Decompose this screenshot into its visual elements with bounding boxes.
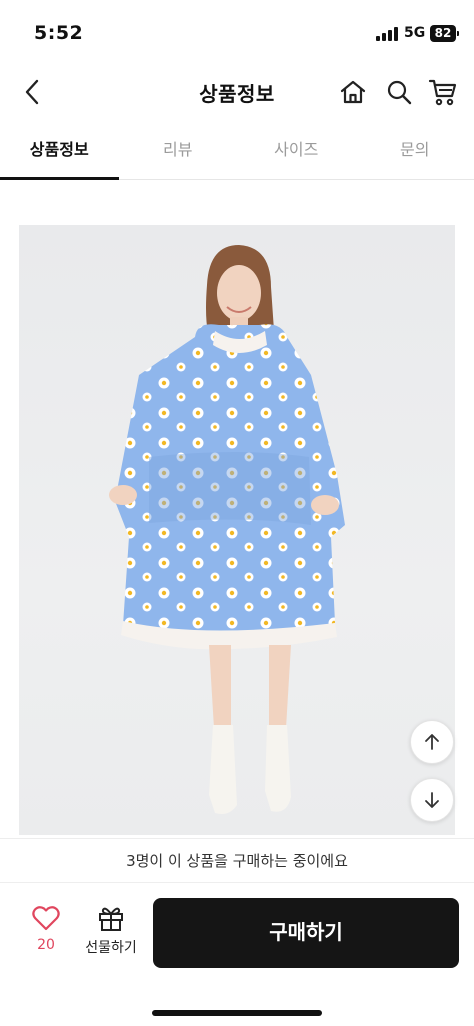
heart-icon	[32, 906, 60, 931]
product-tabs: 상품정보 리뷰 사이즈 문의	[0, 124, 474, 180]
home-icon	[340, 80, 366, 104]
home-button[interactable]	[336, 74, 370, 110]
search-button[interactable]	[382, 74, 416, 110]
product-photo	[19, 225, 455, 835]
tab-inquiry[interactable]: 문의	[356, 124, 474, 179]
arrow-up-icon	[425, 734, 439, 750]
signal-icon	[376, 27, 398, 41]
scroll-down-button[interactable]	[410, 778, 454, 822]
scroll-up-button[interactable]	[410, 720, 454, 764]
tab-product-info[interactable]: 상품정보	[0, 124, 119, 180]
network-type: 5G	[404, 25, 426, 41]
cart-button[interactable]	[426, 74, 460, 110]
like-count: 20	[37, 937, 55, 953]
arrow-down-icon	[425, 792, 439, 808]
tab-reviews[interactable]: 리뷰	[119, 124, 238, 179]
buy-button[interactable]: 구매하기	[153, 898, 459, 968]
product-illustration	[109, 245, 345, 814]
home-indicator	[152, 1010, 322, 1016]
gift-label: 선물하기	[85, 940, 137, 956]
gift-icon	[99, 907, 123, 931]
purchase-notice: 3명이 이 상품을 구매하는 중이에요	[0, 838, 474, 882]
cart-icon	[428, 79, 457, 106]
like-button[interactable]: 20	[22, 905, 70, 963]
status-time: 5:52	[34, 22, 84, 44]
gift-button[interactable]: 선물하기	[82, 905, 140, 963]
battery-indicator: 82	[430, 25, 459, 42]
status-bar: 5:52 5G 82	[0, 0, 474, 62]
app-header: 상품정보	[0, 62, 474, 122]
tab-size[interactable]: 사이즈	[237, 124, 356, 179]
bottom-action-bar: 20 선물하기 구매하기	[0, 882, 474, 982]
search-icon	[387, 80, 412, 105]
